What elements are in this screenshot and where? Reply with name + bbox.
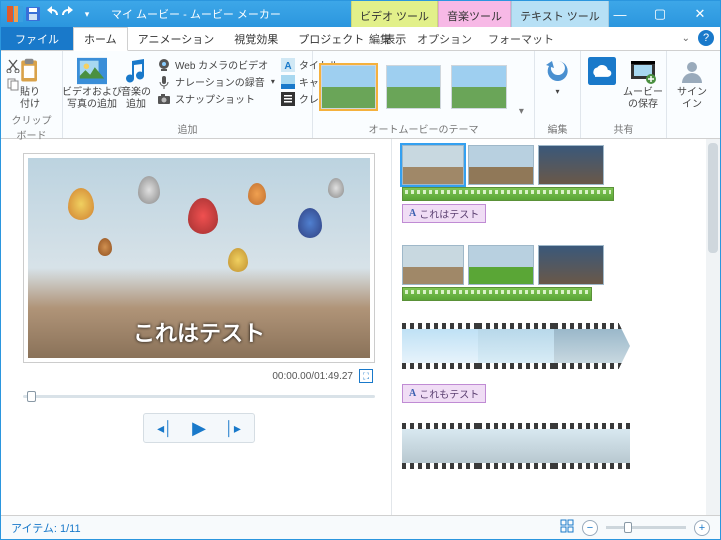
credit-icon — [281, 92, 295, 106]
clip-7[interactable] — [402, 323, 478, 369]
clip-3[interactable] — [538, 145, 604, 185]
signin-button[interactable]: サインイン — [673, 55, 711, 110]
collapse-ribbon-icon[interactable]: ⌄ — [682, 33, 690, 44]
zoom-slider[interactable] — [606, 526, 686, 529]
prev-frame-button[interactable]: ◂│ — [150, 417, 180, 439]
webcam-icon — [157, 58, 171, 72]
add-video-photo-button[interactable]: ビデオおよび 写真の追加 — [69, 55, 115, 110]
clip-2[interactable] — [468, 145, 534, 185]
window-title: マイ ムービー - ムービー メーカー — [111, 6, 281, 22]
redo-icon[interactable] — [61, 6, 77, 22]
group-add-label: 追加 — [69, 119, 306, 136]
photo-icon — [77, 57, 107, 85]
transport-controls: ◂│ ▶ │▸ — [143, 413, 255, 443]
onedrive-icon — [587, 57, 617, 85]
themes-more-icon[interactable]: ▾ — [515, 57, 528, 117]
seek-slider[interactable] — [23, 389, 375, 403]
theme-thumb-3[interactable] — [451, 65, 506, 109]
rotate-icon — [543, 57, 573, 85]
clip-8[interactable] — [478, 323, 554, 369]
add-music-button[interactable]: 音楽の 追加 — [121, 55, 151, 110]
play-button[interactable]: ▶ — [184, 417, 214, 439]
group-edit-label: 編集 — [541, 119, 574, 136]
save-movie-icon — [628, 57, 658, 85]
zoom-in-button[interactable]: + — [694, 520, 710, 536]
subtab-format[interactable]: フォーマット — [480, 27, 562, 51]
user-icon — [677, 57, 707, 85]
time-display: 00:00.00/01:49.27 — [272, 371, 353, 382]
subtab-edit[interactable]: 編集 — [351, 27, 409, 51]
clip-11[interactable] — [478, 423, 554, 469]
svg-text:A: A — [284, 61, 291, 72]
subtab-option[interactable]: オプション — [409, 27, 480, 51]
text-track-2[interactable]: Aこれもテスト — [402, 384, 486, 403]
tab-animation[interactable]: アニメーション — [128, 27, 225, 50]
cut-icon[interactable] — [6, 59, 20, 73]
preview-caption-overlay: これはテスト — [24, 316, 374, 348]
paste-button[interactable]: 貼り 付け — [7, 55, 53, 110]
preview-pane: これはテスト 00:00.00/01:49.27 ⛶ ◂│ ▶ │▸ — [1, 139, 391, 515]
title-icon: A — [281, 58, 295, 72]
ribbon-tabs: ファイル ホーム アニメーション 視覚効果 プロジェクト 表示 編集 オプション… — [1, 27, 720, 51]
app-icon — [7, 6, 23, 22]
qat-dropdown-icon[interactable]: ▾ — [79, 6, 95, 22]
rotate-button[interactable]: ▾ — [541, 55, 574, 96]
save-movie-button[interactable]: ムービー の保存 — [623, 55, 663, 110]
tab-file[interactable]: ファイル — [1, 27, 73, 50]
clip-1[interactable] — [402, 145, 464, 185]
camera-icon — [157, 92, 171, 106]
audio-track-1[interactable] — [402, 187, 614, 201]
mic-icon — [157, 75, 171, 89]
titlebar: ▾ マイ ムービー - ムービー メーカー ビデオ ツール 音楽ツール テキスト… — [1, 1, 720, 27]
save-icon[interactable] — [25, 6, 41, 22]
caption-icon — [281, 75, 295, 89]
contextual-tab-music[interactable]: 音楽ツール — [438, 1, 511, 27]
preview-video[interactable]: これはテスト — [23, 153, 375, 363]
clip-12[interactable] — [554, 423, 630, 469]
maximize-button[interactable]: ▢ — [640, 1, 680, 27]
fullscreen-icon[interactable]: ⛶ — [359, 369, 373, 383]
help-icon[interactable]: ? — [698, 30, 714, 46]
zoom-out-button[interactable]: − — [582, 520, 598, 536]
onedrive-button[interactable] — [587, 55, 617, 85]
copy-icon[interactable] — [6, 77, 20, 91]
tab-home[interactable]: ホーム — [73, 27, 128, 51]
music-note-icon — [121, 57, 151, 85]
contextual-tab-text[interactable]: テキスト ツール — [511, 1, 609, 27]
group-clipboard-label: クリップボード — [7, 110, 56, 142]
audio-track-2[interactable] — [402, 287, 592, 301]
group-themes-label: オートムービーのテーマ — [319, 119, 528, 136]
ribbon: 貼り 付け クリップボード ビデオおよび 写真の追加 音楽の 追加 — [1, 51, 720, 139]
narration-button[interactable]: ナレーションの録音▾ — [157, 74, 275, 89]
theme-thumb-1[interactable] — [321, 65, 376, 109]
vertical-scrollbar[interactable] — [706, 139, 720, 515]
timeline-pane: Aこれはテスト Aこれもテスト — [391, 139, 720, 515]
next-frame-button[interactable]: │▸ — [218, 417, 248, 439]
clip-6[interactable] — [538, 245, 604, 285]
clip-9[interactable] — [554, 323, 630, 369]
clip-10[interactable] — [402, 423, 478, 469]
snapshot-button[interactable]: スナップショット — [157, 91, 275, 106]
contextual-tab-video[interactable]: ビデオ ツール — [351, 1, 438, 27]
webcam-video-button[interactable]: Web カメラのビデオ — [157, 57, 275, 72]
text-track-1[interactable]: Aこれはテスト — [402, 204, 486, 223]
group-share-label: 共有 — [587, 119, 660, 136]
view-thumb-icon[interactable] — [560, 519, 574, 536]
close-button[interactable]: ✕ — [680, 1, 720, 27]
statusbar: アイテム: 1/11 − + — [1, 515, 720, 539]
clip-5[interactable] — [468, 245, 534, 285]
undo-icon[interactable] — [43, 6, 59, 22]
tab-effects[interactable]: 視覚効果 — [224, 27, 288, 50]
status-items: アイテム: 1/11 — [11, 520, 81, 536]
theme-thumb-2[interactable] — [386, 65, 441, 109]
clip-4[interactable] — [402, 245, 464, 285]
